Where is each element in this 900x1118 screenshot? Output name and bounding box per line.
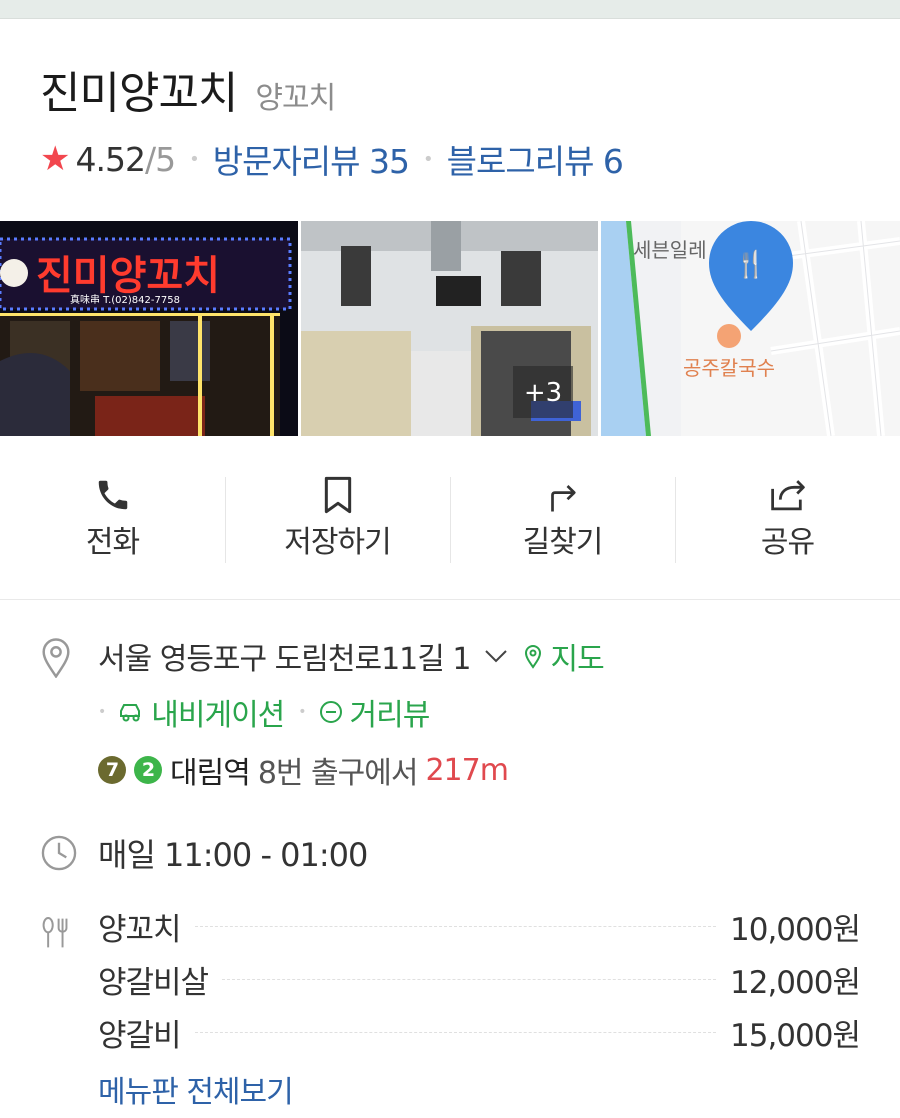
subway-line-badge: 2 [134, 756, 162, 784]
divider [194, 926, 716, 927]
divider [222, 979, 716, 980]
action-bar: 전화 저장하기 길찾기 공유 [0, 436, 900, 600]
address-row: 서울 영등포구 도림천로11길 1 지도 • 내비게이션 • 거리뷰 7 2 대… [40, 634, 860, 792]
bookmark-icon [318, 475, 358, 515]
menu-item-price: 10,000원 [730, 912, 861, 948]
exit-text: 8번 출구에서 [257, 756, 419, 791]
menu-item-price: 12,000원 [730, 965, 861, 1001]
navigation-link[interactable]: 내비게이션 [117, 690, 285, 734]
directions-label: 길찾기 [522, 524, 604, 560]
address-text: 서울 영등포구 도림천로11길 1 [98, 642, 471, 677]
map-label-poi: 공주칼국수 [683, 356, 775, 380]
street-view-icon [319, 701, 342, 723]
call-button[interactable]: 전화 [0, 475, 225, 561]
restaurant-poi-icon [717, 324, 741, 348]
call-label: 전화 [85, 524, 140, 560]
map-image: 세븐일레 🍴 공주칼국수 [601, 221, 900, 436]
photo-storefront[interactable]: 진미양꼬치 真味串 T.(02)842-7758 [0, 221, 298, 436]
subway-info: 7 2 대림역 8번 출구에서 217m [98, 748, 860, 792]
place-title: 진미양꼬치 [40, 68, 238, 119]
map-label-top: 세븐일레 [633, 238, 707, 262]
menu-item-name: 양갈비살 [98, 965, 209, 1001]
separator-dot: • [189, 148, 200, 170]
separator-dot: • [423, 148, 434, 170]
menu-item-name: 양꼬치 [98, 912, 182, 948]
separator-dot: • [298, 704, 306, 720]
distance: 217m [425, 752, 508, 788]
save-button[interactable]: 저장하기 [225, 475, 450, 563]
location-pin-icon [40, 634, 98, 792]
status-strip [0, 0, 900, 18]
share-label: 공유 [760, 524, 815, 560]
menu-item-name: 양갈비 [98, 1018, 182, 1054]
star-icon: ★ [40, 139, 71, 179]
business-hours: 매일 11:00 - 01:00 [98, 836, 368, 874]
info-section: 서울 영등포구 도림천로11길 1 지도 • 내비게이션 • 거리뷰 7 2 대… [0, 600, 900, 1111]
street-view-link[interactable]: 거리뷰 [318, 690, 430, 734]
menu-row: 양꼬치 10,000원 양갈비살 12,000원 양갈비 15,000원 메뉴판… [40, 912, 861, 1111]
directions-button[interactable]: 길찾기 [450, 475, 675, 563]
rating-value: 4.52 [75, 139, 145, 179]
rating-max: /5 [144, 139, 176, 179]
menu-item-price: 15,000원 [730, 1018, 861, 1054]
menu-item: 양갈비 15,000원 [98, 1006, 861, 1059]
share-button[interactable]: 공유 [675, 475, 900, 563]
menu-item: 양꼬치 10,000원 [98, 900, 861, 953]
map-link[interactable]: 지도 [522, 634, 605, 678]
phone-icon [93, 475, 133, 515]
sign-subtext: 真味串 T.(02)842-7758 [70, 293, 180, 306]
place-header: 진미양꼬치 양꼬치 ★ 4.52 /5 • 방문자리뷰 35 • 블로그리뷰 6 [0, 19, 900, 183]
subway-line-badge: 7 [98, 756, 126, 784]
blog-review-link[interactable]: 블로그리뷰 6 [447, 135, 624, 183]
full-menu-link[interactable]: 메뉴판 전체보기 [98, 1067, 860, 1111]
share-icon [768, 475, 808, 515]
separator-dot: • [98, 704, 106, 720]
storefront-image: 진미양꼬치 真味串 T.(02)842-7758 [0, 221, 298, 436]
car-icon [120, 704, 141, 722]
chevron-down-icon[interactable] [484, 648, 508, 664]
directions-icon [543, 475, 583, 515]
fork-knife-icon [40, 912, 98, 1111]
interior-image: +3 [301, 221, 598, 436]
photo-map[interactable]: 세븐일레 🍴 공주칼국수 [601, 221, 900, 436]
sign-text: 진미양꼬치 [36, 253, 220, 299]
station-name: 대림역 [170, 756, 251, 791]
more-photos-count: +3 [524, 378, 562, 408]
clock-icon [40, 830, 98, 876]
svg-text:🍴: 🍴 [735, 249, 767, 280]
photo-interior[interactable]: +3 [301, 221, 598, 436]
hours-row: 매일 11:00 - 01:00 [40, 830, 860, 876]
photo-strip: 진미양꼬치 真味串 T.(02)842-7758 +3 세븐일레 🍴 공주칼국수 [0, 221, 900, 436]
save-label: 저장하기 [284, 524, 391, 560]
menu-item: 양갈비살 12,000원 [98, 953, 861, 1006]
visitor-review-link[interactable]: 방문자리뷰 35 [213, 135, 410, 183]
place-category: 양꼬치 [255, 81, 336, 116]
map-pin-small-icon [525, 645, 542, 669]
divider [194, 1032, 716, 1033]
